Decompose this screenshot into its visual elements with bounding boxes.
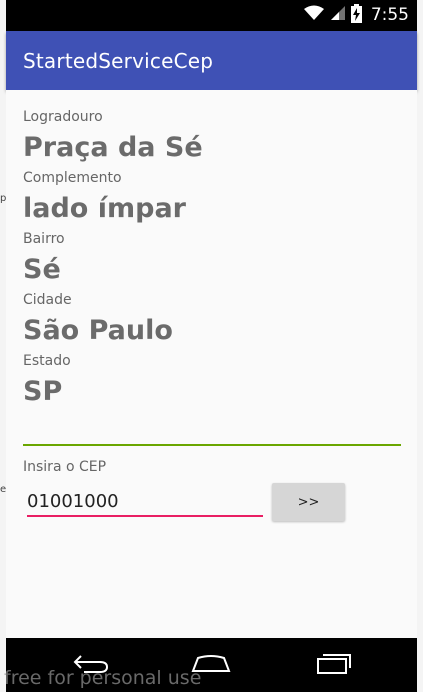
watermark: free for personal use	[4, 667, 202, 689]
estado-value: SP	[23, 376, 63, 407]
main-content: Logradouro Praça da Sé Complemento lado …	[6, 90, 417, 638]
signal-icon	[330, 5, 346, 25]
complemento-value: lado ímpar	[23, 193, 187, 224]
divider	[23, 444, 401, 446]
logradouro-label: Logradouro	[23, 109, 103, 125]
search-cep-button[interactable]: >>	[272, 483, 345, 521]
cep-input[interactable]	[27, 487, 263, 517]
bairro-label: Bairro	[23, 231, 65, 247]
bairro-value: Sé	[23, 254, 61, 285]
recents-button[interactable]	[313, 650, 353, 680]
status-time: 7:55	[370, 5, 409, 25]
recents-icon	[314, 651, 352, 679]
wifi-icon	[303, 5, 325, 25]
estado-label: Estado	[23, 353, 71, 369]
logradouro-value: Praça da Sé	[23, 132, 203, 163]
app-bar: StartedServiceCep	[6, 31, 417, 90]
background-window-edge-right	[417, 0, 423, 692]
battery-charging-icon	[350, 3, 362, 27]
cidade-value: São Paulo	[23, 315, 173, 346]
complemento-label: Complemento	[23, 170, 122, 186]
cep-label: Insira o CEP	[23, 459, 107, 475]
app-title: StartedServiceCep	[23, 49, 214, 73]
status-icons: 7:55	[303, 3, 409, 27]
cidade-label: Cidade	[23, 292, 72, 308]
status-bar: 7:55	[6, 0, 417, 31]
